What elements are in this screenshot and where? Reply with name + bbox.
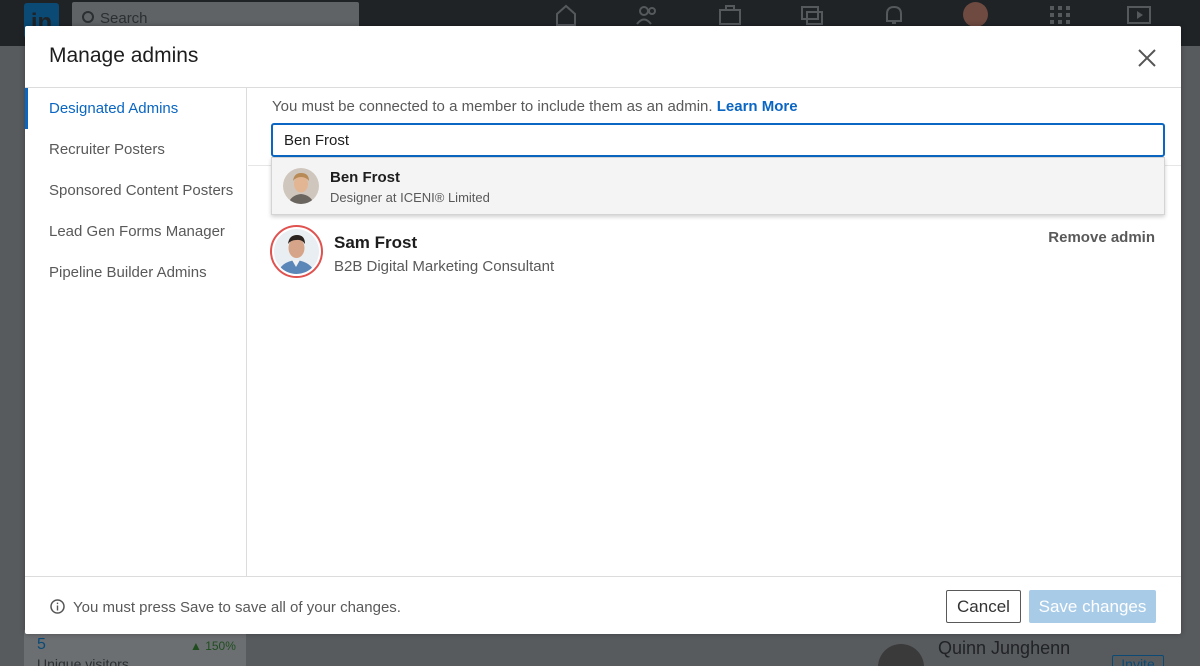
close-button[interactable] (1135, 46, 1159, 70)
suggestion-avatar (283, 168, 319, 204)
sidebar-item-designated-admins[interactable]: Designated Admins (25, 88, 246, 129)
search-placeholder: Search (100, 10, 148, 27)
search-icon (82, 11, 94, 23)
sidebar-item-pipeline-builder-admins[interactable]: Pipeline Builder Admins (25, 252, 246, 293)
modal-title: Manage admins (49, 44, 199, 67)
sidebar-item-sponsored-content-posters[interactable]: Sponsored Content Posters (25, 170, 246, 211)
admins-content: You must be connected to a member to inc… (248, 88, 1181, 576)
admin-name: Sam Frost (334, 233, 418, 252)
modal-header: Manage admins (25, 26, 1181, 88)
admin-avatar (270, 225, 323, 278)
profile-avatar (963, 2, 988, 27)
info-icon (50, 599, 65, 614)
save-changes-button[interactable]: Save changes (1029, 590, 1156, 623)
cancel-button[interactable]: Cancel (946, 590, 1021, 623)
learning-icon (1127, 4, 1151, 26)
background-invite-button: Invite (1112, 655, 1164, 666)
connection-info-text: You must be connected to a member to inc… (272, 98, 713, 115)
remove-admin-button[interactable]: Remove admin (1048, 229, 1155, 246)
admin-headline: B2B Digital Marketing Consultant (334, 258, 555, 275)
home-icon (554, 4, 578, 26)
sidebar-item-lead-gen-forms-manager[interactable]: Lead Gen Forms Manager (25, 211, 246, 252)
admin-type-sidebar: Designated Admins Recruiter Posters Spon… (25, 88, 247, 576)
connection-info: You must be connected to a member to inc… (272, 98, 798, 115)
admin-search-input[interactable] (271, 123, 1165, 157)
apps-grid-icon (1048, 4, 1072, 26)
learn-more-link[interactable]: Learn More (717, 98, 798, 115)
sidebar-item-recruiter-posters[interactable]: Recruiter Posters (25, 129, 246, 170)
admin-list-item: Sam Frost B2B Digital Marketing Consulta… (270, 225, 1160, 285)
suggestion-headline: Designer at ICENI® Limited (330, 190, 490, 205)
search-suggestion[interactable]: Ben Frost Designer at ICENI® Limited (271, 157, 1165, 215)
manage-admins-modal: Manage admins Designated Admins Recruite… (25, 26, 1181, 634)
background-stat-value: 5 (37, 636, 46, 653)
background-stat-change: ▲ 150% (190, 639, 236, 653)
jobs-icon (718, 4, 742, 26)
notifications-icon (882, 4, 906, 26)
modal-footer: You must press Save to save all of your … (25, 576, 1181, 634)
messaging-icon (800, 4, 824, 26)
background-stat-label: Unique visitors (37, 656, 129, 666)
save-reminder-text: You must press Save to save all of your … (73, 599, 401, 616)
background-person-name: Quinn Junghenn (938, 638, 1071, 658)
suggestion-name: Ben Frost (330, 169, 401, 186)
close-icon (1138, 49, 1156, 67)
my-network-icon (635, 4, 659, 26)
